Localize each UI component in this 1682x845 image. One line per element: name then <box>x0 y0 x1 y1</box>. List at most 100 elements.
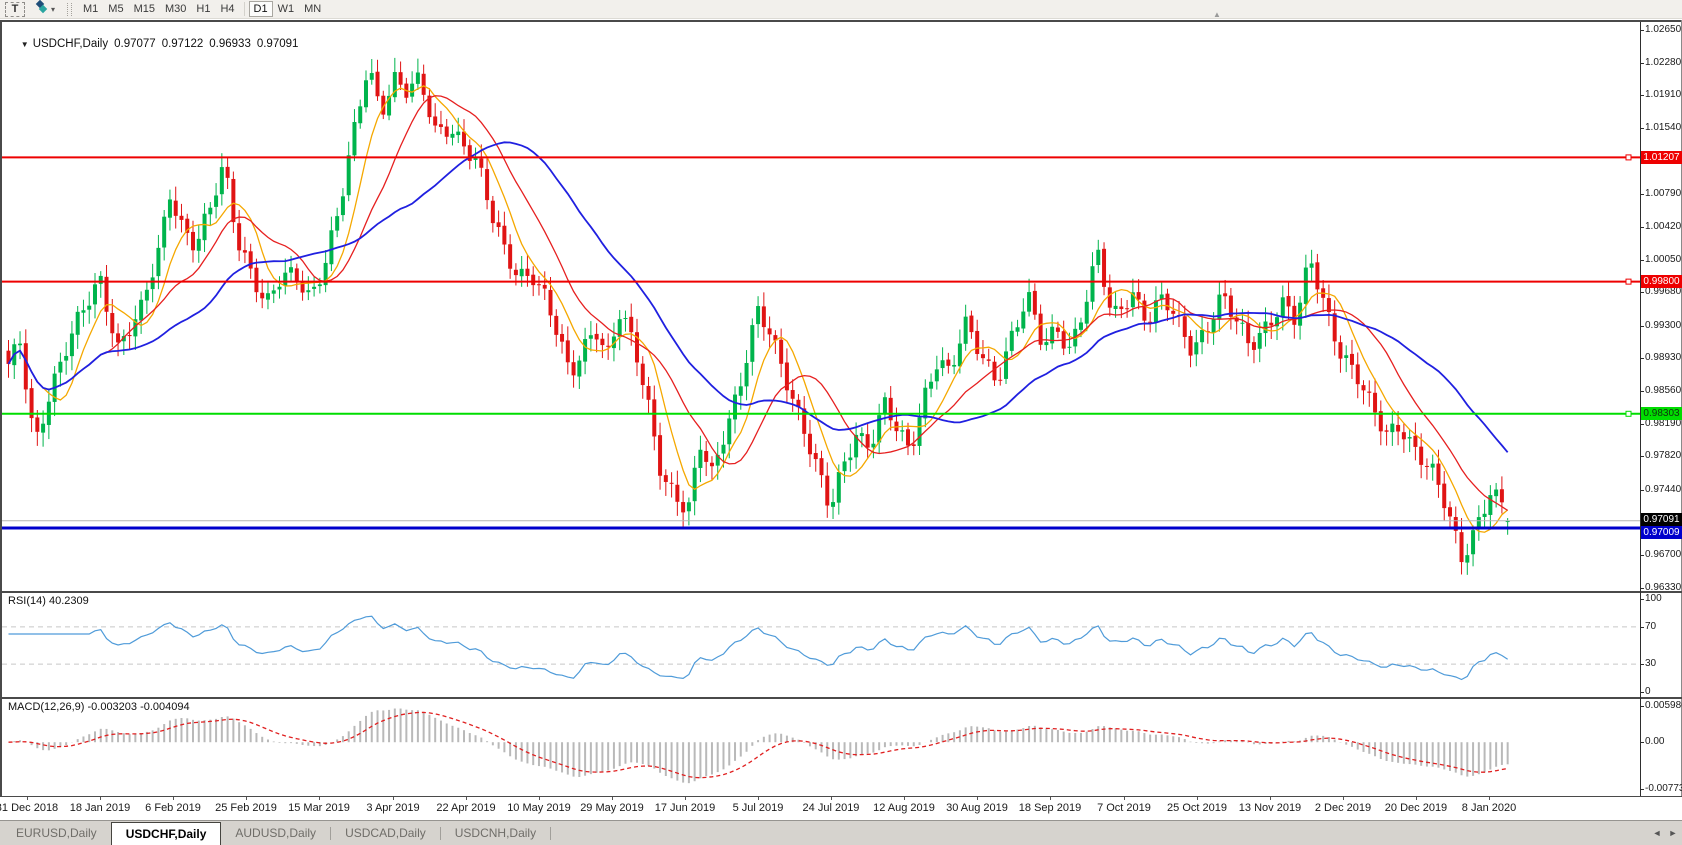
price-tick-mark <box>1640 194 1644 196</box>
timeframe-button-m5[interactable]: M5 <box>103 1 128 17</box>
price-tick-label: 0.96700 <box>1645 549 1682 561</box>
date-tick-label: 18 Sep 2019 <box>1018 802 1082 814</box>
chart-title[interactable]: ▼ USDCHF,Daily 0.97077 0.97122 0.96933 0.9709… <box>8 26 299 62</box>
date-tick-label: 30 Aug 2019 <box>946 802 1008 814</box>
date-tick-label: 24 Jul 2019 <box>802 802 860 814</box>
price-line-label-resistance: 1.01207 <box>1641 150 1682 164</box>
date-tick-mark <box>1416 797 1417 800</box>
tab-audusd[interactable]: AUDUSD,Daily <box>221 821 330 845</box>
date-tick-mark <box>1124 797 1125 800</box>
timeframe-button-m30[interactable]: M30 <box>160 1 191 17</box>
date-tick-label: 20 Dec 2019 <box>1384 802 1448 814</box>
date-tick-label: 18 Jan 2019 <box>69 802 131 814</box>
tab-usdchf[interactable]: USDCHF,Daily <box>110 822 222 845</box>
date-tick-mark <box>100 797 101 800</box>
date-tick-label: 7 Oct 2019 <box>1097 802 1151 814</box>
price-line-label-bid-line: 0.97009 <box>1641 526 1682 540</box>
chevron-down-icon: ▾ <box>51 4 56 14</box>
price-tick-mark <box>1640 128 1644 129</box>
tab-usdcnh[interactable]: USDCNH,Daily <box>441 821 550 845</box>
time-axis[interactable]: 31 Dec 2018 18 Jan 2019 6 Feb 2019 25 Feb 2… <box>0 797 1682 820</box>
date-tick-mark <box>1270 797 1271 800</box>
tab-usdcad[interactable]: USDCAD,Daily <box>331 821 440 845</box>
timeframe-button-mn[interactable]: MN <box>299 1 326 17</box>
timeframe-button-w1[interactable]: W1 <box>273 1 300 17</box>
date-tick-label: 29 May 2019 <box>580 802 644 814</box>
chart-dropdown-icon: ▼ <box>20 40 29 49</box>
timeframe-button-h1[interactable]: H1 <box>191 1 215 17</box>
timeframe-button-m15[interactable]: M15 <box>129 1 160 17</box>
rsi-tick-mark <box>1640 626 1644 628</box>
date-tick-mark <box>466 797 467 800</box>
date-tick-label: 17 Jun 2019 <box>654 802 716 814</box>
price-tick-mark <box>1640 30 1644 31</box>
date-tick-mark <box>1197 797 1198 800</box>
timeframe-button-m1[interactable]: M1 <box>78 1 103 17</box>
chart-shift-marker-icon: ▲ <box>1213 10 1221 19</box>
toolbar-grip[interactable] <box>67 2 73 16</box>
date-tick-mark <box>977 797 978 800</box>
timeframe-group: M1 M5 M15 M30 H1 H4 D1 W1 MN <box>78 1 326 17</box>
date-tick-mark <box>1050 797 1051 800</box>
price-tick-mark <box>1640 62 1644 64</box>
price-tick-label: 1.02280 <box>1645 56 1682 68</box>
date-tick-mark <box>685 797 686 800</box>
rsi-tick-label: 100 <box>1645 593 1662 604</box>
tab-scroll-left-button[interactable]: ◄ <box>1650 826 1664 840</box>
date-tick-mark <box>319 797 320 800</box>
chart-tab-bar: EURUSD,Daily USDCHF,Daily AUDUSD,Daily USDC… <box>0 820 1682 845</box>
price-tick-label: 0.99300 <box>1645 319 1682 331</box>
timeframe-button-h4[interactable]: H4 <box>215 1 239 17</box>
price-tick-label: 1.01540 <box>1645 122 1682 133</box>
macd-tick-mark <box>1640 742 1644 744</box>
price-tick-mark <box>1640 325 1644 327</box>
date-tick-mark <box>173 797 174 800</box>
tab-scroll-right-button[interactable]: ► <box>1666 826 1680 840</box>
macd-tick-mark <box>1640 789 1644 790</box>
price-tick-label: 0.97820 <box>1645 450 1682 462</box>
date-tick-label: 6 Feb 2019 <box>145 802 201 814</box>
text-tool-button[interactable]: T <box>5 1 25 17</box>
macd-tick-label: 0.005986 <box>1645 700 1682 711</box>
price-tick-mark <box>1640 226 1644 228</box>
price-low: 0.96933 <box>209 38 251 50</box>
date-tick-label: 25 Oct 2019 <box>1167 802 1227 814</box>
date-tick-label: 8 Jan 2020 <box>1461 802 1517 814</box>
main-price-chart[interactable] <box>2 22 1640 591</box>
macd-indicator-chart[interactable] <box>2 699 1640 796</box>
tab-eurusd[interactable]: EURUSD,Daily <box>2 821 111 845</box>
timeframe-button-d1[interactable]: D1 <box>248 1 273 17</box>
price-tick-mark <box>1640 489 1644 491</box>
date-tick-label: 25 Feb 2019 <box>215 802 277 814</box>
price-high: 0.97122 <box>161 38 204 50</box>
price-tick-mark <box>1640 588 1644 589</box>
price-tick-mark <box>1640 95 1644 97</box>
price-tick-mark <box>1640 391 1644 393</box>
date-tick-mark <box>27 797 28 800</box>
price-tick-mark <box>1640 555 1644 557</box>
price-line-label-last-price: 0.97091 <box>1641 512 1682 526</box>
rsi-indicator-chart[interactable] <box>2 593 1640 697</box>
price-open: 0.97077 <box>114 38 156 50</box>
price-tick-mark <box>1640 456 1644 458</box>
macd-tick-label: -0.007731 <box>1645 783 1682 794</box>
macd-tick-label: 0.00 <box>1645 736 1665 748</box>
draw-styles-button[interactable]: ▾ <box>33 0 56 17</box>
date-tick-label: 3 Apr 2019 <box>366 802 420 814</box>
date-tick-mark <box>1343 797 1344 800</box>
price-tick-mark <box>1640 259 1644 261</box>
mt4-terminal: T ▾ M1 M5 M15 M30 H1 H4 D1 W1 MN ▲ ▼ USDCHF,Daily… <box>0 0 1682 845</box>
price-tick-mark <box>1640 358 1644 360</box>
macd-label: MACD(12,26,9) -0.003203 -0.004094 <box>8 701 190 713</box>
rsi-tick-mark <box>1640 664 1644 666</box>
date-tick-mark <box>831 797 832 800</box>
price-tick-label: 1.02650 <box>1645 24 1682 35</box>
price-line-label-support: 0.98303 <box>1641 407 1682 421</box>
price-tick-label: 0.96330 <box>1645 582 1682 593</box>
date-tick-label: 13 Nov 2019 <box>1238 802 1302 814</box>
tab-separator <box>550 826 552 840</box>
chart-symbol-period: USDCHF,Daily <box>32 38 109 50</box>
price-tick-label: 0.97440 <box>1645 483 1682 495</box>
date-tick-mark <box>612 797 613 800</box>
price-tick-mark <box>1640 292 1644 294</box>
